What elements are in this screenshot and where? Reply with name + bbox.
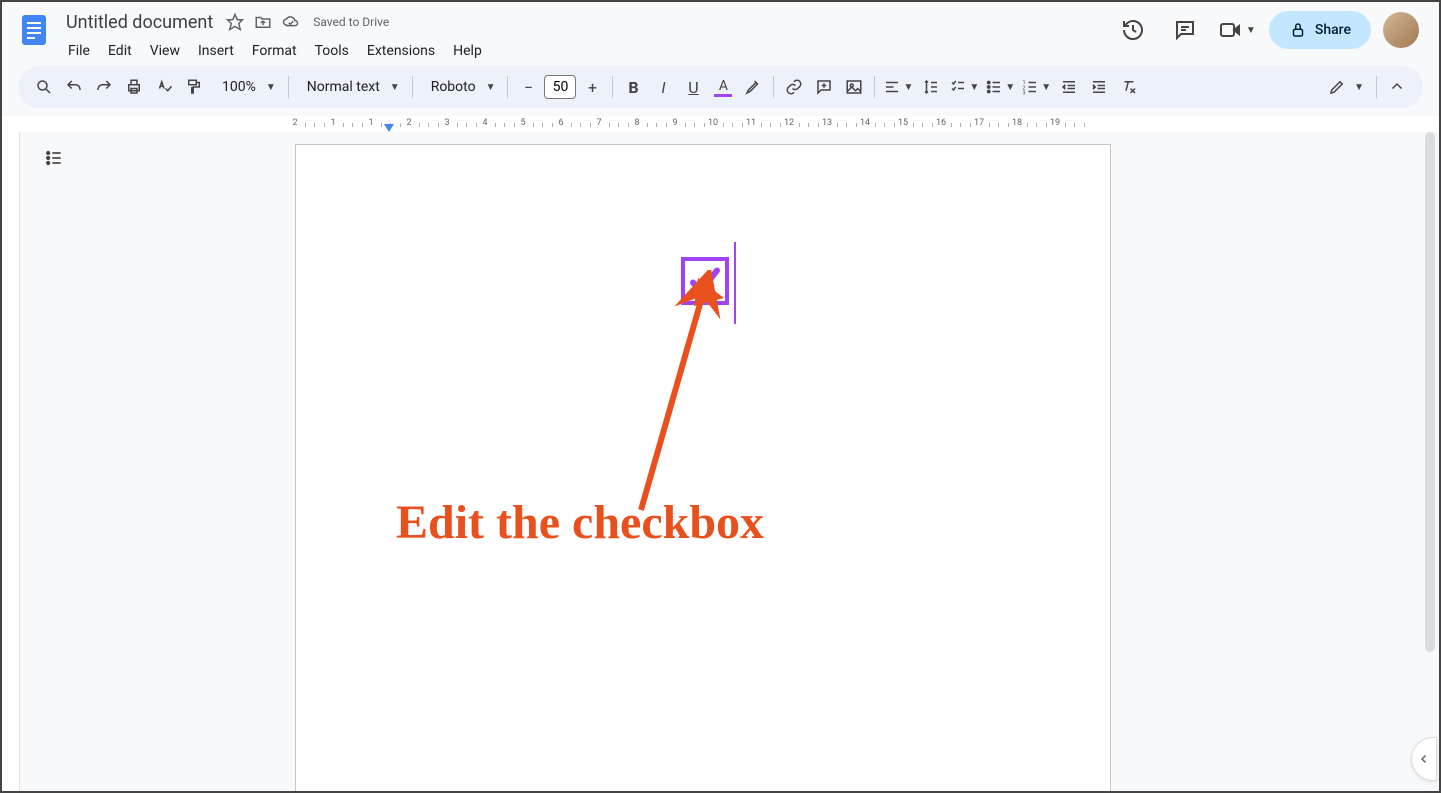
chevron-down-icon: ▼ (266, 82, 276, 93)
menu-insert[interactable]: Insert (190, 39, 242, 63)
ruler-number: 18 (1012, 118, 1022, 128)
ruler-number: 2 (292, 118, 297, 128)
italic-icon[interactable]: I (649, 73, 677, 101)
share-label: Share (1315, 22, 1351, 38)
cloud-saved-icon[interactable] (281, 12, 301, 32)
increase-font-size[interactable]: + (578, 73, 606, 101)
ruler-number: 11 (746, 118, 756, 128)
lock-icon (1289, 21, 1307, 39)
spellcheck-icon[interactable] (150, 73, 178, 101)
ruler-number: 1 (368, 118, 373, 128)
ruler-number: 4 (482, 118, 487, 128)
ruler-number: 15 (898, 118, 908, 128)
ruler-number: 5 (520, 118, 525, 128)
ruler-number: 6 (558, 118, 563, 128)
menu-edit[interactable]: Edit (100, 39, 140, 63)
increase-indent-icon[interactable] (1085, 73, 1113, 101)
paint-format-icon[interactable] (180, 73, 208, 101)
chevron-down-icon: ▼ (903, 82, 913, 93)
text-color-button[interactable]: A (709, 73, 737, 101)
menu-view[interactable]: View (142, 39, 188, 63)
text-color-swatch (714, 94, 732, 97)
menu-help[interactable]: Help (445, 39, 490, 63)
menu-file[interactable]: File (60, 39, 98, 63)
move-icon[interactable] (253, 12, 273, 32)
chevron-down-icon: ▼ (486, 82, 496, 93)
saved-status: Saved to Drive (313, 15, 389, 29)
bulleted-list-icon[interactable]: ▼ (983, 73, 1017, 101)
zoom-value: 100% (216, 79, 262, 95)
clear-formatting-icon[interactable] (1115, 73, 1143, 101)
history-icon[interactable] (1113, 10, 1153, 50)
chevron-down-icon: ▼ (390, 82, 400, 93)
comments-icon[interactable] (1165, 10, 1205, 50)
vertical-ruler[interactable] (2, 132, 20, 791)
chevron-down-icon: ▼ (1354, 82, 1364, 93)
page[interactable]: Edit the checkbox (295, 144, 1111, 791)
menu-format[interactable]: Format (244, 39, 305, 63)
document-canvas[interactable]: Edit the checkbox (20, 132, 1439, 791)
annotation-label: Edit the checkbox (396, 495, 764, 550)
ruler-number: 2 (406, 118, 411, 128)
style-value: Normal text (301, 79, 386, 95)
chevron-down-icon: ▼ (969, 82, 979, 93)
vertical-scrollbar[interactable] (1423, 132, 1437, 752)
ruler-number: 9 (672, 118, 677, 128)
ruler-number: 7 (596, 118, 601, 128)
chevron-down-icon: ▼ (1041, 82, 1051, 93)
indent-marker[interactable] (384, 124, 394, 132)
insert-image-icon[interactable] (840, 73, 868, 101)
star-icon[interactable] (225, 12, 245, 32)
checkbox-character[interactable] (681, 257, 729, 305)
text-cursor (734, 242, 736, 324)
svg-text:3: 3 (1023, 91, 1026, 97)
annotation-arrow (626, 270, 746, 520)
chevron-down-icon: ▼ (1246, 25, 1256, 36)
decrease-indent-icon[interactable] (1055, 73, 1083, 101)
highlight-icon[interactable] (739, 73, 767, 101)
docs-logo[interactable] (14, 10, 54, 50)
decrease-font-size[interactable]: − (514, 73, 542, 101)
ruler-number: 17 (974, 118, 984, 128)
print-icon[interactable] (120, 73, 148, 101)
checklist-icon[interactable]: ▼ (947, 73, 981, 101)
numbered-list-icon[interactable]: 123▼ (1019, 73, 1053, 101)
line-spacing-icon[interactable] (917, 73, 945, 101)
chevron-down-icon: ▼ (1005, 82, 1015, 93)
menu-extensions[interactable]: Extensions (359, 39, 443, 63)
paragraph-style-dropdown[interactable]: Normal text ▼ (295, 73, 406, 101)
ruler-number: 10 (708, 118, 718, 128)
collapse-toolbar-icon[interactable] (1383, 73, 1411, 101)
underline-icon[interactable]: U (679, 73, 707, 101)
font-size-input[interactable]: 50 (544, 75, 576, 99)
ruler-number: 8 (634, 118, 639, 128)
meet-button[interactable]: ▼ (1217, 10, 1257, 50)
scrollbar-thumb[interactable] (1425, 132, 1435, 652)
undo-icon[interactable] (60, 73, 88, 101)
ruler-number: 19 (1050, 118, 1060, 128)
align-dropdown[interactable]: ▼ (881, 73, 915, 101)
ruler-number: 14 (860, 118, 870, 128)
font-value: Roboto (425, 79, 482, 95)
redo-icon[interactable] (90, 73, 118, 101)
toolbar: 100%▼ Normal text▼ Roboto▼ − 50 + B I U … (18, 66, 1423, 108)
share-button[interactable]: Share (1269, 11, 1371, 49)
search-menus-icon[interactable] (30, 73, 58, 101)
bold-icon[interactable]: B (619, 73, 647, 101)
zoom-dropdown[interactable]: 100% ▼ (210, 73, 282, 101)
ruler-number: 12 (784, 118, 794, 128)
ruler-number: 1 (330, 118, 335, 128)
add-comment-icon[interactable] (810, 73, 838, 101)
document-title[interactable]: Untitled document (62, 10, 217, 35)
menu-tools[interactable]: Tools (307, 39, 357, 63)
insert-link-icon[interactable] (780, 73, 808, 101)
editing-mode-dropdown[interactable]: ▼ (1322, 73, 1370, 101)
ruler-number: 3 (444, 118, 449, 128)
font-dropdown[interactable]: Roboto ▼ (419, 73, 502, 101)
ruler-number: 16 (936, 118, 946, 128)
account-avatar[interactable] (1383, 12, 1419, 48)
ruler-number: 13 (822, 118, 832, 128)
